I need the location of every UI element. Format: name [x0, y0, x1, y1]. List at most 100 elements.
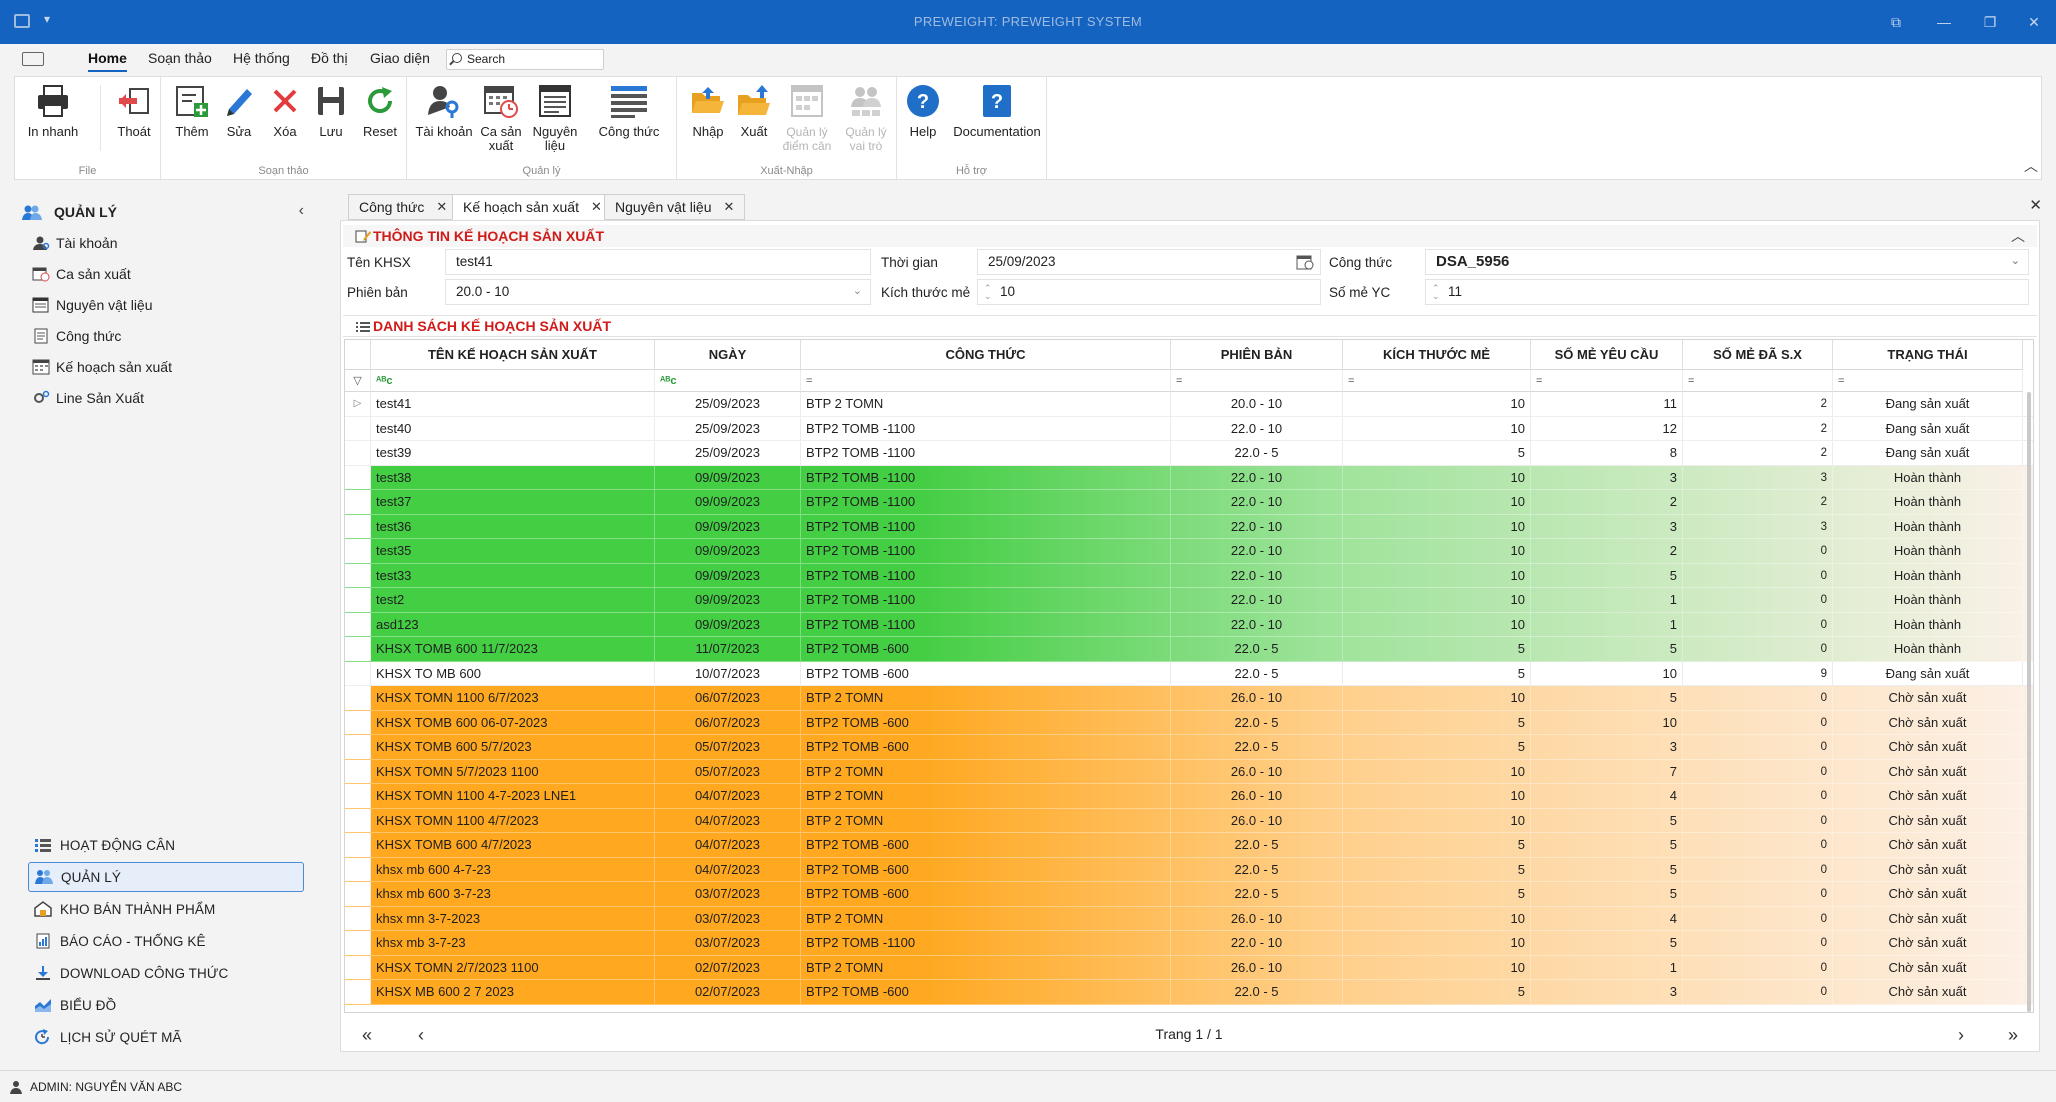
table-row[interactable]: KHSX TOMN 1100 6/7/2023 06/07/2023 BTP 2 T…	[345, 686, 2033, 711]
kich-thuoc-me-spinner[interactable]: ⌃ ⌄ 10	[977, 279, 1321, 305]
tab-ke-hoach-san-xuat[interactable]: Kế hoạch sản xuất ✕	[452, 194, 613, 220]
table-row[interactable]: test38 09/09/2023 BTP2 TOMB -1100 22.0 - 10…	[345, 465, 2033, 490]
row-indicator[interactable]	[345, 710, 371, 734]
nav-group-bieu-do[interactable]: BIỂU ĐỒ	[28, 990, 304, 1020]
sidebar-item-nguyen-vat-lieu[interactable]: Nguyên vật liệu	[32, 294, 153, 316]
row-indicator[interactable]	[345, 686, 371, 710]
column-header-ten[interactable]: TÊN KẾ HOẠCH SẢN XUẤT	[371, 340, 655, 370]
nav-group-bao-cao-thong-ke[interactable]: BÁO CÁO - THỐNG KÊ	[28, 926, 304, 956]
ribbon-tab-giao-dien[interactable]: Giao diện	[370, 50, 430, 66]
ten-khsx-field[interactable]: test41	[445, 249, 871, 275]
shift-button[interactable]: Ca sản xuất	[477, 81, 525, 153]
save-button[interactable]: Lưu	[311, 81, 351, 139]
nav-group-hoat-dong-can[interactable]: HOẠT ĐỘNG CÂN	[28, 830, 304, 860]
table-row[interactable]: KHSX TOMN 2/7/2023 1100 02/07/2023 BTP 2 T…	[345, 955, 2033, 980]
row-indicator[interactable]	[345, 490, 371, 514]
table-row[interactable]: test35 09/09/2023 BTP2 TOMB -1100 22.0 - 10…	[345, 539, 2033, 564]
tab-cong-thuc[interactable]: Công thức ✕	[348, 194, 459, 220]
import-button[interactable]: Nhập	[687, 81, 729, 139]
filter-cell-ten[interactable]: ᴬᴮc	[371, 370, 655, 392]
table-row[interactable]: test39 25/09/2023 BTP2 TOMB -1100 22.0 - 55…	[345, 441, 2033, 466]
row-indicator[interactable]	[345, 784, 371, 808]
export-button[interactable]: Xuất	[733, 81, 775, 139]
maximize-button[interactable]: ❐	[1980, 12, 2000, 32]
table-row[interactable]: KHSX TOMN 1100 4/7/2023 04/07/2023 BTP 2 T…	[345, 808, 2033, 833]
column-header-so-me-yc[interactable]: SỐ MẺ YÊU CẦU	[1531, 340, 1683, 370]
thoi-gian-field[interactable]: 25/09/2023	[977, 249, 1321, 275]
column-header-kich-thuoc[interactable]: KÍCH THƯỚC MẺ	[1343, 340, 1531, 370]
minimize-button[interactable]: —	[1934, 12, 1954, 32]
spinner-arrows-icon[interactable]: ⌃ ⌄	[984, 284, 992, 301]
row-indicator[interactable]	[345, 661, 371, 685]
filter-cell-so-me-da-sx[interactable]: =	[1683, 370, 1833, 392]
ribbon-tab-he-thong[interactable]: Hệ thống	[233, 50, 290, 66]
phien-ban-select[interactable]: 20.0 - 10 ⌄	[445, 279, 871, 305]
row-indicator[interactable]	[345, 637, 371, 661]
row-indicator[interactable]	[345, 882, 371, 906]
edit-button[interactable]: Sửa	[219, 81, 259, 139]
close-tab-icon[interactable]: ✕	[724, 199, 735, 215]
nav-group-kho-ban-thanh-pham[interactable]: KHO BÁN THÀNH PHẨM	[28, 894, 304, 924]
row-indicator[interactable]	[345, 980, 371, 1004]
column-header-trang-thai[interactable]: TRẠNG THÁI	[1833, 340, 2023, 370]
nav-group-download-cong-thuc[interactable]: DOWNLOAD CÔNG THỨC	[28, 958, 304, 988]
cong-thuc-select[interactable]: DSA_5956 ⌄	[1425, 249, 2029, 275]
ribbon-tab-home[interactable]: Home	[88, 50, 127, 72]
collapse-nav-icon[interactable]: ‹	[299, 202, 304, 220]
table-row[interactable]: khsx mn 3-7-2023 03/07/2023 BTP 2 TOMN 26.0…	[345, 906, 2033, 931]
filter-icon[interactable]: ▽	[345, 370, 371, 392]
nav-group-lich-su-quet-ma[interactable]: LỊCH SỬ QUÉT MÃ	[28, 1022, 304, 1052]
table-row[interactable]: test36 09/09/2023 BTP2 TOMB -1100 22.0 - 10…	[345, 514, 2033, 539]
row-indicator[interactable]	[345, 759, 371, 783]
last-page-button[interactable]: »	[2008, 1025, 2018, 1046]
reset-button[interactable]: Reset	[357, 81, 403, 139]
table-row[interactable]: KHSX TOMN 1100 4-7-2023 LNE1 04/07/2023 BT…	[345, 784, 2033, 809]
sidebar-item-tai-khoan[interactable]: Tài khoản	[32, 232, 117, 254]
table-row[interactable]: test33 09/09/2023 BTP2 TOMB -1100 22.0 - 10…	[345, 563, 2033, 588]
app-menu-icon[interactable]	[22, 52, 44, 66]
row-indicator[interactable]	[345, 833, 371, 857]
table-row[interactable]: test2 09/09/2023 BTP2 TOMB -1100 22.0 - 10 1…	[345, 588, 2033, 613]
close-tab-icon[interactable]: ✕	[436, 199, 447, 215]
tab-nguyen-vat-lieu[interactable]: Nguyên vật liệu ✕	[604, 194, 746, 220]
sidebar-item-ca-san-xuat[interactable]: Ca sản xuất	[32, 263, 131, 285]
spinner-arrows-icon[interactable]: ⌃ ⌄	[1432, 284, 1440, 301]
row-indicator[interactable]	[345, 808, 371, 832]
close-tab-icon[interactable]: ✕	[591, 199, 602, 215]
material-button[interactable]: Nguyên liệu	[529, 81, 581, 153]
help-button[interactable]: ? Help	[903, 81, 943, 139]
so-me-yc-spinner[interactable]: ⌃ ⌄ 11	[1425, 279, 2029, 305]
table-row[interactable]: KHSX TOMB 600 11/7/2023 11/07/2023 BTP2 TO…	[345, 637, 2033, 662]
table-row[interactable]: test40 25/09/2023 BTP2 TOMB -1100 22.0 - 10…	[345, 416, 2033, 441]
table-row[interactable]: khsx mb 3-7-23 03/07/2023 BTP2 TOMB -1100 2…	[345, 931, 2033, 956]
close-window-button[interactable]: ✕	[2024, 12, 2044, 32]
row-indicator[interactable]	[345, 514, 371, 538]
row-indicator[interactable]	[345, 612, 371, 636]
table-row[interactable]: test37 09/09/2023 BTP2 TOMB -1100 22.0 - 10…	[345, 490, 2033, 515]
manage-weigh-points-button[interactable]: Quản lý điểm cân	[777, 81, 837, 153]
row-indicator[interactable]	[345, 906, 371, 930]
exit-button[interactable]: Thoát	[111, 81, 157, 139]
table-row[interactable]: asd123 09/09/2023 BTP2 TOMB -1100 22.0 - 10…	[345, 612, 2033, 637]
row-indicator[interactable]	[345, 441, 371, 465]
filter-cell-trang-thai[interactable]: =	[1833, 370, 2023, 392]
table-row[interactable]: KHSX MB 600 2 7 2023 02/07/2023 BTP2 TOMB …	[345, 980, 2033, 1005]
row-indicator[interactable]	[345, 955, 371, 979]
column-header-so-me-da-sx[interactable]: SỐ MẺ ĐÃ S.X	[1683, 340, 1833, 370]
row-indicator[interactable]: ▷	[345, 392, 371, 416]
info-section-header[interactable]: THÔNG TIN KẾ HOẠCH SẢN XUẤT ︿	[343, 225, 2037, 247]
table-row[interactable]: KHSX TO MB 600 10/07/2023 BTP2 TOMB -600 22…	[345, 661, 2033, 686]
account-button[interactable]: Tài khoản	[411, 81, 477, 139]
manage-roles-button[interactable]: Quản lý vai trò	[837, 81, 895, 153]
delete-button[interactable]: Xóa	[265, 81, 305, 139]
filter-cell-cong-thuc[interactable]: =	[801, 370, 1171, 392]
grid-vertical-scrollbar[interactable]	[2027, 392, 2031, 1012]
filter-cell-so-me-yc[interactable]: =	[1531, 370, 1683, 392]
row-indicator[interactable]	[345, 857, 371, 881]
restore-ribbon-icon[interactable]: ⧉	[1886, 12, 1906, 32]
sidebar-item-cong-thuc[interactable]: Công thức	[32, 325, 121, 347]
sidebar-item-ke-hoach-san-xuat[interactable]: Kế hoạch sản xuất	[32, 356, 172, 378]
table-row[interactable]: KHSX TOMB 600 5/7/2023 05/07/2023 BTP2 TOM…	[345, 735, 2033, 760]
table-row[interactable]: khsx mb 600 3-7-23 03/07/2023 BTP2 TOMB -6…	[345, 882, 2033, 907]
collapse-ribbon-icon[interactable]: ︿	[2024, 156, 2038, 176]
